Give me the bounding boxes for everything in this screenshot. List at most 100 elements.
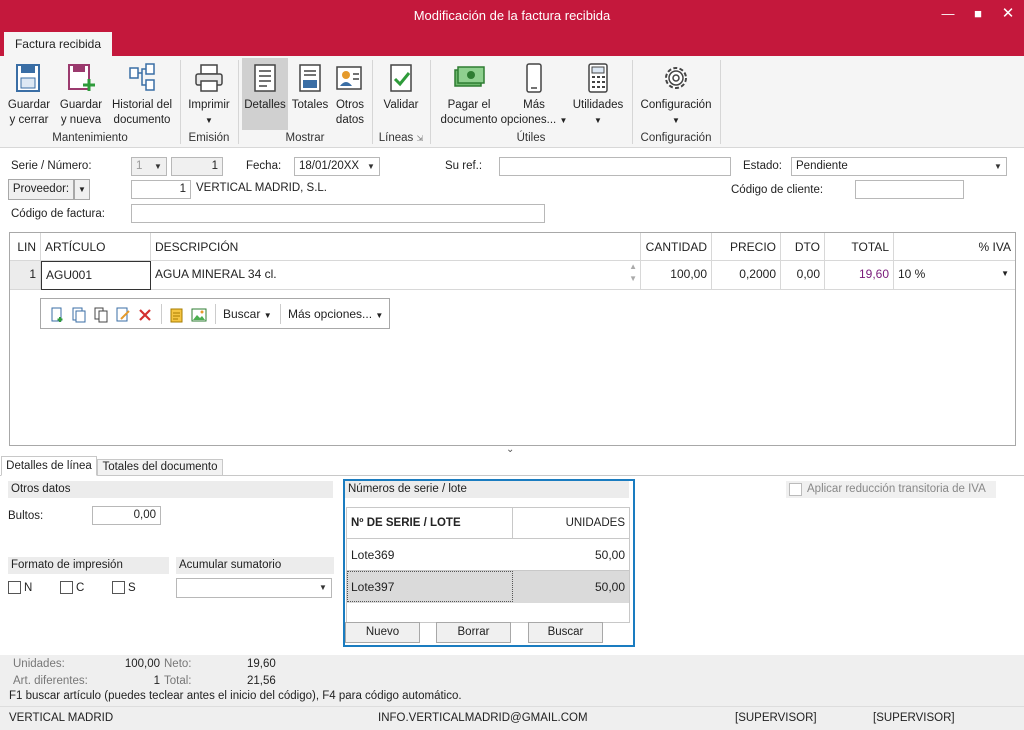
- provider-button[interactable]: Proveedor:: [8, 179, 74, 200]
- cell-total: 19,60: [825, 261, 894, 290]
- save-new-button[interactable]: Guardar y nueva: [56, 58, 106, 130]
- provider-code-field[interactable]: 1: [131, 180, 191, 199]
- cell-descripcion[interactable]: AGUA MINERAL 34 cl. ▲ ▼: [151, 261, 641, 290]
- accumulate-header: Acumular sumatorio: [176, 557, 334, 574]
- configuration-button[interactable]: Configuración ▼: [636, 58, 716, 130]
- units-value: 100,00: [124, 658, 160, 670]
- client-code-label: Código de cliente:: [731, 184, 824, 196]
- col-header-precio[interactable]: PRECIO: [712, 233, 781, 261]
- toolbar-separator: [280, 304, 281, 324]
- serie-select[interactable]: 1 ▼: [131, 157, 167, 176]
- accumulate-select[interactable]: ▼: [176, 578, 332, 598]
- suref-field[interactable]: [499, 157, 731, 176]
- pay-document-button[interactable]: Pagar el documento: [434, 58, 504, 130]
- history-button[interactable]: Historial del documento: [108, 58, 176, 130]
- other-data-button[interactable]: Otros datos: [332, 58, 368, 130]
- number-field[interactable]: 1: [171, 157, 223, 176]
- iva-reduction-checkbox: [789, 483, 802, 496]
- tab-factura-recibida[interactable]: Factura recibida: [4, 32, 112, 56]
- insert-line-icon[interactable]: [71, 307, 87, 323]
- chevron-down-icon: ▼: [78, 185, 86, 194]
- group-label-show: Mostrar: [285, 132, 325, 144]
- splitter-chevron-icon[interactable]: ⌄: [506, 444, 514, 455]
- chevron-down-icon: ▼: [205, 116, 213, 125]
- tab-doc-totals[interactable]: Totales del documento: [97, 459, 223, 476]
- print-button[interactable]: Imprimir ▼: [184, 58, 234, 130]
- bultos-field[interactable]: 0,00: [92, 506, 161, 525]
- grid-toolbar: Buscar ▼ Más opciones... ▼: [40, 298, 390, 329]
- checkbox-c-label: C: [76, 582, 85, 594]
- table-row[interactable]: Lote397 50,00: [347, 571, 629, 603]
- serial-delete-button[interactable]: Borrar: [436, 622, 511, 643]
- col-header-articulo[interactable]: ARTÍCULO: [41, 233, 151, 261]
- iva-reduction-option[interactable]: Aplicar reducción transitoria de IVA: [786, 481, 996, 498]
- validate-button[interactable]: Validar: [376, 58, 426, 130]
- checkbox-s[interactable]: [112, 581, 125, 594]
- printer-icon: [195, 64, 223, 92]
- minimize-icon[interactable]: —: [936, 4, 960, 24]
- toolbar-separator: [215, 304, 216, 324]
- edit-icon[interactable]: [115, 307, 131, 323]
- other-data-icon: [336, 66, 362, 90]
- checkbox-n[interactable]: [8, 581, 21, 594]
- toolbar-separator: [161, 304, 162, 324]
- checkbox-n-label: N: [24, 582, 33, 594]
- lines-grid: LIN ARTÍCULO DESCRIPCIÓN CANTIDAD PRECIO…: [9, 232, 1016, 446]
- total-value: 21,56: [247, 675, 276, 687]
- col-header-total[interactable]: TOTAL: [825, 233, 894, 261]
- hint-text: F1 buscar artículo (puedes teclear antes…: [9, 690, 462, 702]
- serial-search-button[interactable]: Buscar: [528, 622, 603, 643]
- cell-lin: 1: [10, 261, 41, 290]
- checkbox-c[interactable]: [60, 581, 73, 594]
- new-line-icon[interactable]: [49, 307, 65, 323]
- copy-icon[interactable]: [93, 307, 109, 323]
- col-header-lin[interactable]: LIN: [10, 233, 41, 261]
- table-row[interactable]: Lote369 50,00: [347, 539, 629, 571]
- chevron-down-icon: ▼: [367, 162, 375, 171]
- serie-label: Serie / Número:: [11, 160, 92, 172]
- cell-cantidad[interactable]: 100,00: [641, 261, 712, 290]
- utilities-button[interactable]: Utilidades ▼: [568, 58, 628, 130]
- serial-new-button[interactable]: Nuevo: [345, 622, 420, 643]
- client-code-field[interactable]: [855, 180, 964, 199]
- history-icon: [129, 63, 155, 91]
- details-button[interactable]: Detalles: [242, 58, 288, 130]
- cell-articulo[interactable]: AGU001: [41, 261, 151, 290]
- cell-dto[interactable]: 0,00: [781, 261, 825, 290]
- serials-header: Números de serie / lote: [345, 481, 629, 498]
- cell-iva-select[interactable]: 10 % ▼: [894, 261, 1015, 290]
- dialog-launcher-icon: ⇲: [416, 134, 424, 143]
- chevron-down-icon: ▼: [375, 311, 384, 320]
- provider-dropdown[interactable]: ▼: [74, 179, 90, 200]
- grid-search-button[interactable]: Buscar ▼: [223, 307, 272, 321]
- col-header-iva[interactable]: % IVA: [894, 233, 1015, 261]
- tab-line-details[interactable]: Detalles de línea: [1, 456, 97, 476]
- status-divider: [0, 706, 1024, 707]
- invoice-code-field[interactable]: [131, 204, 545, 223]
- totals-button[interactable]: Totales: [290, 58, 330, 130]
- col-header-units[interactable]: UNIDADES: [513, 508, 629, 539]
- grid-more-options-button[interactable]: Más opciones... ▼: [288, 307, 383, 321]
- group-label-maintenance: Mantenimiento: [52, 132, 128, 144]
- totals-icon: [299, 64, 321, 92]
- col-header-serial[interactable]: Nº DE SERIE / LOTE: [347, 508, 513, 539]
- group-label-emission: Emisión: [188, 132, 230, 144]
- image-icon[interactable]: [191, 307, 207, 323]
- col-header-cantidad[interactable]: CANTIDAD: [641, 233, 712, 261]
- more-options-button[interactable]: Más opciones... ▼: [500, 58, 568, 130]
- money-icon: [454, 66, 485, 87]
- units-label: Unidades:: [13, 658, 65, 670]
- date-field[interactable]: 18/01/20XX ▼: [294, 157, 380, 176]
- save-close-button[interactable]: Guardar y cerrar: [4, 58, 54, 130]
- close-icon[interactable]: ✕: [996, 4, 1020, 24]
- notes-icon[interactable]: [169, 307, 185, 323]
- calculator-icon: [588, 63, 608, 93]
- status-select[interactable]: Pendiente ▼: [791, 157, 1007, 176]
- cell-precio[interactable]: 0,2000: [712, 261, 781, 290]
- fecha-label: Fecha:: [246, 160, 282, 172]
- delete-icon[interactable]: [137, 307, 153, 323]
- col-header-dto[interactable]: DTO 1: [781, 233, 825, 282]
- col-header-descripcion[interactable]: DESCRIPCIÓN: [151, 233, 641, 261]
- row-spinner-icon: ▲ ▼: [629, 262, 637, 283]
- maximize-icon[interactable]: ■: [966, 4, 990, 24]
